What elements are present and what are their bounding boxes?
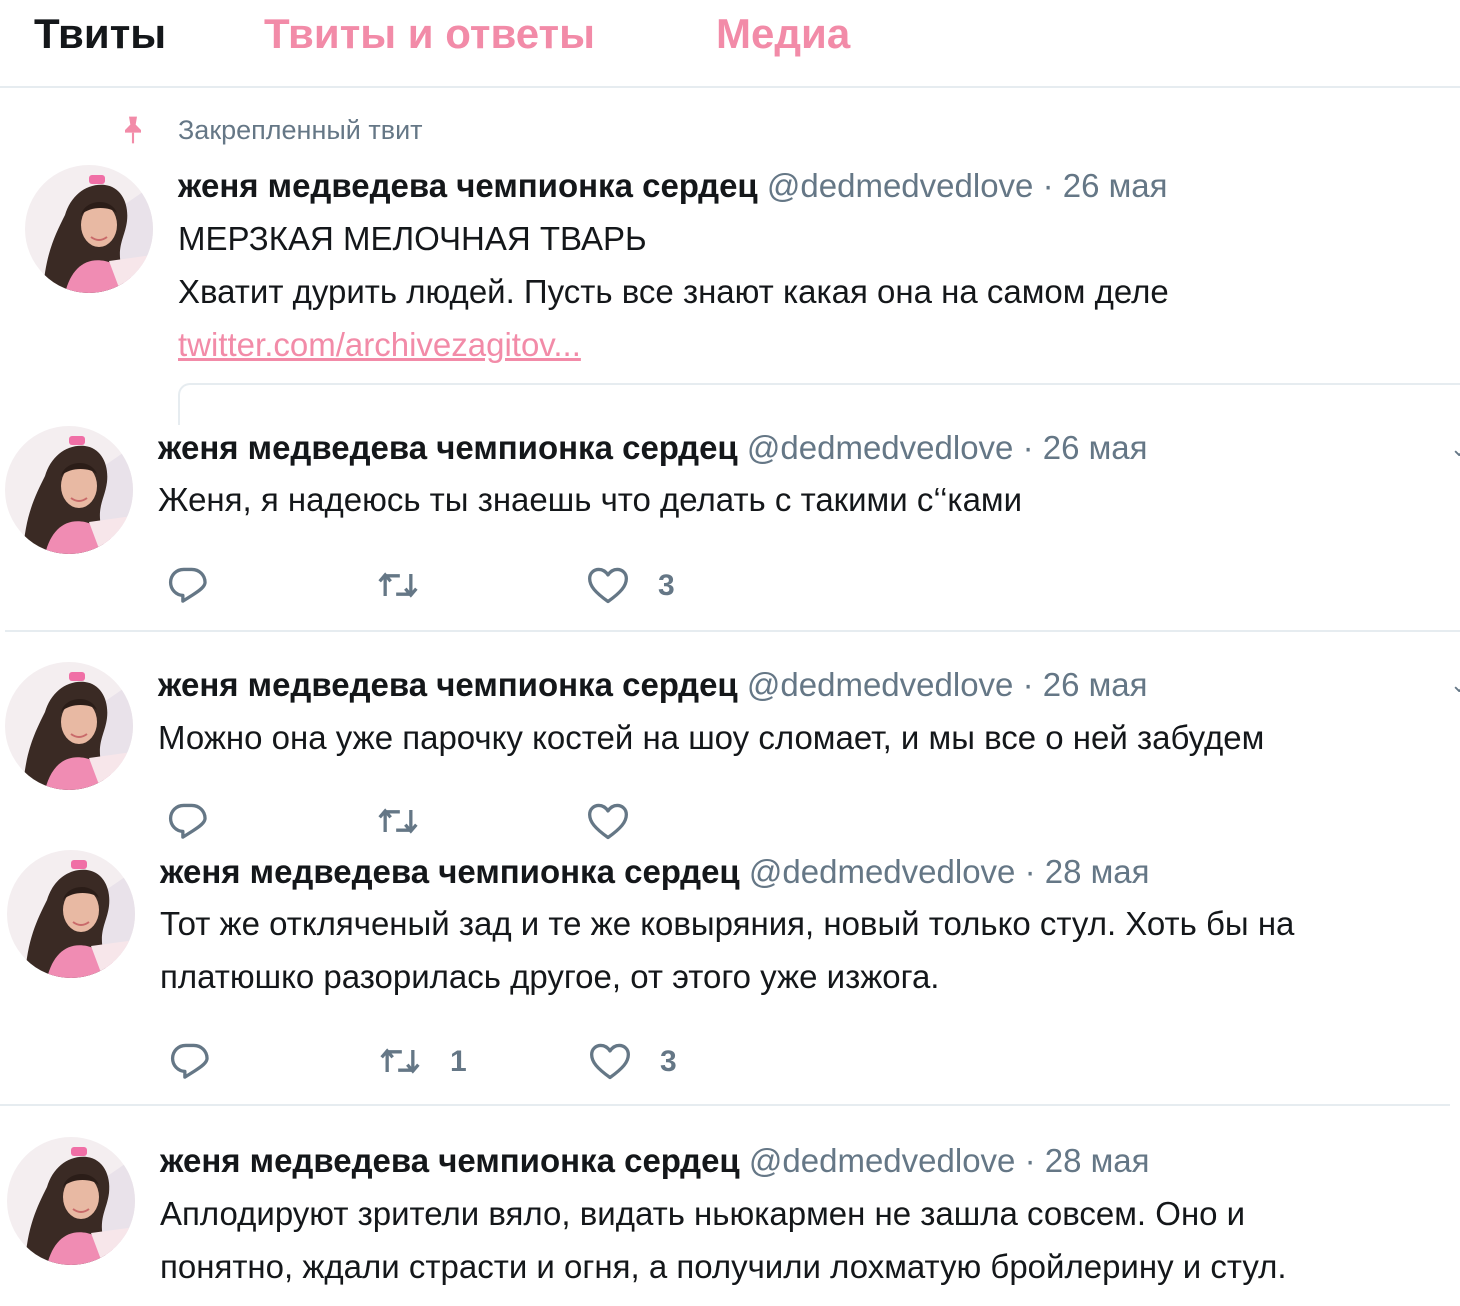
tweet-text-line: платюшко разорилась другое, от этого уже… [160,958,940,995]
tweet-text-line: Аплодируют зрители вяло, видать ньюкарме… [160,1195,1246,1232]
avatar[interactable] [5,662,133,790]
author-handle[interactable]: @dedmedvedlove [747,666,1014,703]
separator-dot: · [1022,429,1034,466]
tweet-text-line: Женя, я надеюсь ты знаешь что делать с т… [158,481,1023,518]
separator-dot: · [1042,167,1054,204]
retweet-icon[interactable] [376,799,420,843]
tweet-text-line: МЕРЗКАЯ МЕЛОЧНАЯ ТВАРЬ [178,220,647,257]
reply-icon[interactable] [166,799,210,843]
tweet-header: женя медведева чемпионка сердец @dedmedv… [178,166,1168,206]
tweet-text-line: Хватит дурить людей. Пусть все знают как… [178,273,1169,310]
avatar[interactable] [7,850,135,978]
tweet-date[interactable]: 26 мая [1043,666,1148,703]
tweet-link[interactable]: twitter.com/archivezagitov... [178,325,581,365]
heart-icon[interactable] [586,563,630,607]
author-name[interactable]: женя медведева чемпионка сердец [160,1142,740,1179]
author-handle[interactable]: @dedmedvedlove [747,429,1014,466]
reply-icon[interactable] [168,1039,212,1083]
separator-dot: · [1022,666,1034,703]
retweet-icon[interactable] [376,563,420,607]
divider [0,1104,1450,1106]
avatar[interactable] [5,426,133,554]
author-handle[interactable]: @dedmedvedlove [749,1142,1016,1179]
tweet-header: женя медведева чемпионка сердец @dedmedv… [160,1141,1150,1181]
author-handle[interactable]: @dedmedvedlove [749,853,1016,890]
pinned-label: Закрепленный твит [178,115,423,145]
heart-icon[interactable] [586,799,630,843]
avatar[interactable] [25,165,153,293]
tab-tweets-and-replies[interactable]: Твиты и ответы [264,8,595,60]
tweet-header: женя медведева чемпионка сердец @dedmedv… [158,665,1148,705]
author-name[interactable]: женя медведева чемпионка сердец [160,853,740,890]
tweet-text-line: Тот же отклячeный зад и те же ковыряния,… [160,905,1295,942]
tweet-date[interactable]: 26 мая [1063,167,1168,204]
avatar[interactable] [7,1137,135,1265]
chevron-down-icon[interactable]: ⌄ [1450,672,1460,698]
reply-icon[interactable] [166,563,210,607]
retweet-icon[interactable] [378,1039,422,1083]
profile-tabs: Твиты Твиты и ответы Медиа [0,0,1460,88]
quoted-tweet-card[interactable] [178,383,1460,425]
tweet-header: женя медведева чемпионка сердец @dedmedv… [160,852,1150,892]
retweet-count: 1 [450,1045,467,1078]
tweet-text-line: понятно, ждали страсти и огня, а получил… [160,1248,1287,1285]
like-count: 3 [660,1045,677,1078]
like-count: 3 [658,569,675,602]
divider [5,630,1460,632]
separator-dot: · [1024,853,1036,890]
tab-media[interactable]: Медиа [716,8,850,60]
tweet-text-line: Можно она уже парочку костей на шоу слом… [158,719,1265,756]
author-handle[interactable]: @dedmedvedlove [767,167,1034,204]
tweet-date[interactable]: 26 мая [1043,429,1148,466]
chevron-down-icon[interactable]: ⌄ [1450,436,1460,462]
tweet-date[interactable]: 28 мая [1045,1142,1150,1179]
tweet-header: женя медведева чемпионка сердец @dedmedv… [158,428,1148,468]
tweet-date[interactable]: 28 мая [1045,853,1150,890]
author-name[interactable]: женя медведева чемпионка сердец [158,666,738,703]
tab-tweets[interactable]: Твиты [34,8,166,60]
author-name[interactable]: женя медведева чемпионка сердец [158,429,738,466]
separator-dot: · [1024,1142,1036,1179]
pin-icon [125,116,141,144]
heart-icon[interactable] [588,1039,632,1083]
author-name[interactable]: женя медведева чемпионка сердец [178,167,758,204]
